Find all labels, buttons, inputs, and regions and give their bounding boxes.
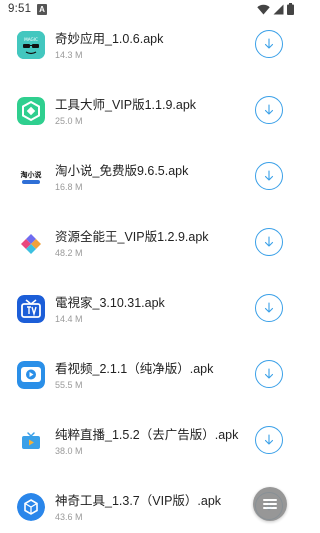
- list-item[interactable]: 電視家_3.10.31.apk 14.4 M: [0, 294, 300, 343]
- magic-icon-label: MAGIC: [24, 37, 38, 42]
- file-name: 看视频_2.1.1（纯净版）.apk: [55, 362, 214, 376]
- list-item[interactable]: 淘小说 淘小说_免费版9.6.5.apk 16.8 M: [0, 162, 300, 211]
- download-arrow-icon: [264, 38, 274, 49]
- menu-lines-icon: [263, 497, 277, 511]
- download-arrow-icon: [264, 170, 274, 181]
- download-button[interactable]: [255, 228, 283, 256]
- list-item[interactable]: 看视频_2.1.1（纯净版）.apk 55.5 M: [0, 360, 300, 409]
- video-play-icon: [17, 361, 45, 389]
- file-name: 资源全能王_VIP版1.2.9.apk: [55, 230, 209, 244]
- tv-home-icon: [17, 295, 45, 323]
- list-item[interactable]: 纯粹直播_1.5.2（去广告版）.apk 38.0 M: [0, 426, 300, 475]
- file-size: 25.0 M: [55, 116, 83, 126]
- file-name: 淘小说_免费版9.6.5.apk: [55, 164, 189, 178]
- download-button[interactable]: [255, 96, 283, 124]
- download-button[interactable]: [255, 30, 283, 58]
- file-size: 48.2 M: [55, 248, 83, 258]
- download-arrow-icon: [264, 236, 274, 247]
- download-button[interactable]: [255, 162, 283, 190]
- file-size: 55.5 M: [55, 380, 83, 390]
- list-item[interactable]: MAGIC 奇妙应用_1.0.6.apk 14.3 M: [0, 30, 300, 79]
- file-name: 工具大师_VIP版1.1.9.apk: [55, 98, 197, 112]
- download-arrow-icon: [264, 302, 274, 313]
- file-size: 16.8 M: [55, 182, 83, 192]
- list-item[interactable]: 工具大师_VIP版1.1.9.apk 25.0 M: [0, 96, 300, 145]
- tao-novel-icon: 淘小说: [17, 163, 45, 191]
- file-name: 電視家_3.10.31.apk: [55, 296, 165, 310]
- signal-icon: [273, 4, 284, 14]
- download-button[interactable]: [255, 426, 283, 454]
- notification-a-icon: A: [37, 4, 47, 15]
- file-name: 纯粹直播_1.5.2（去广告版）.apk: [55, 428, 239, 442]
- download-button[interactable]: [255, 360, 283, 388]
- tao-novel-label: 淘小说: [21, 170, 42, 179]
- download-arrow-icon: [264, 434, 274, 445]
- file-size: 14.4 M: [55, 314, 83, 324]
- file-name: 神奇工具_1.3.7（VIP版）.apk: [55, 494, 222, 508]
- tool-master-icon: [17, 97, 45, 125]
- file-name: 奇妙应用_1.0.6.apk: [55, 32, 164, 46]
- floating-menu-button[interactable]: [253, 487, 287, 521]
- file-size: 38.0 M: [55, 446, 83, 456]
- magic-tool-icon: [17, 493, 45, 521]
- file-size: 43.6 M: [55, 512, 83, 522]
- file-size: 14.3 M: [55, 50, 83, 60]
- status-icons: [257, 3, 294, 15]
- pure-live-icon: [17, 427, 45, 455]
- status-time: 9:51: [8, 3, 32, 15]
- status-bar: 9:51 A: [0, 0, 300, 20]
- magic-app-icon: MAGIC: [17, 31, 45, 59]
- battery-icon: [287, 3, 294, 15]
- screen: 9:51 A MAGIC 奇妙应用_1.0.6.apk 14.3 M 工具大师_…: [0, 0, 300, 533]
- resource-king-icon: [17, 229, 45, 257]
- wifi-icon: [257, 4, 270, 14]
- download-arrow-icon: [264, 368, 274, 379]
- download-arrow-icon: [264, 104, 274, 115]
- list-item[interactable]: 资源全能王_VIP版1.2.9.apk 48.2 M: [0, 228, 300, 277]
- download-button[interactable]: [255, 294, 283, 322]
